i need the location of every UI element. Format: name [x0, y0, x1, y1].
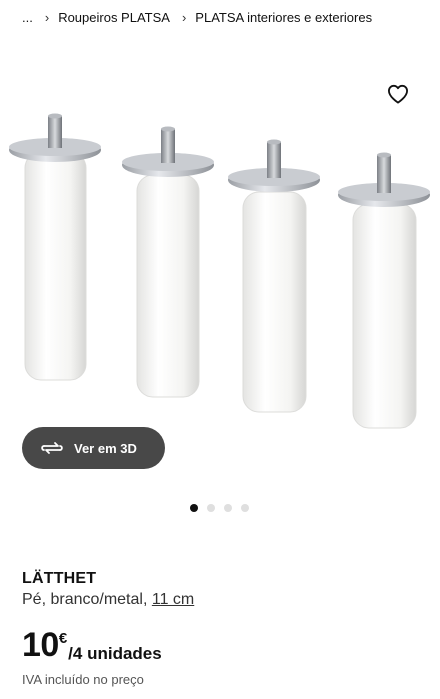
rotate-3d-icon — [40, 440, 64, 456]
breadcrumb-item-roupeiros[interactable]: Roupeiros PLATSA — [58, 10, 170, 25]
breadcrumb-ellipsis[interactable]: ... — [22, 10, 33, 25]
heart-icon — [387, 84, 408, 104]
view-in-3d-button[interactable]: Ver em 3D — [22, 427, 165, 469]
product-description-text: Pé, branco/metal, — [22, 591, 148, 608]
product-price: 10 € /4 unidades — [22, 626, 162, 664]
gallery-dot-3[interactable] — [224, 504, 232, 512]
gallery-pagination — [190, 504, 249, 512]
gallery-dot-1[interactable] — [190, 504, 198, 512]
price-unit: /4 unidades — [68, 644, 162, 663]
breadcrumb-item-platsa-interiores[interactable]: PLATSA interiores e exteriores — [195, 10, 372, 25]
leg-1 — [9, 113, 101, 381]
favourite-button[interactable] — [384, 80, 412, 108]
tax-note: IVA incluído no preço — [22, 672, 144, 687]
view-in-3d-label: Ver em 3D — [74, 440, 137, 456]
product-description: Pé, branco/metal, 11 cm — [22, 591, 194, 609]
price-currency: € — [58, 630, 68, 647]
gallery-dot-4[interactable] — [241, 504, 249, 512]
product-image — [9, 113, 430, 429]
chevron-right-icon: › — [181, 9, 187, 25]
product-name: LÄTTHET — [22, 570, 97, 587]
gallery-dot-2[interactable] — [207, 504, 215, 512]
price-amount: 10 — [22, 626, 59, 664]
product-size-link[interactable]: 11 cm — [152, 591, 194, 608]
leg-4 — [338, 152, 430, 429]
chevron-right-icon: › — [44, 9, 50, 25]
leg-2 — [122, 126, 214, 398]
breadcrumb: ... › Roupeiros PLATSA › PLATSA interior… — [22, 6, 372, 28]
leg-3 — [228, 139, 320, 413]
